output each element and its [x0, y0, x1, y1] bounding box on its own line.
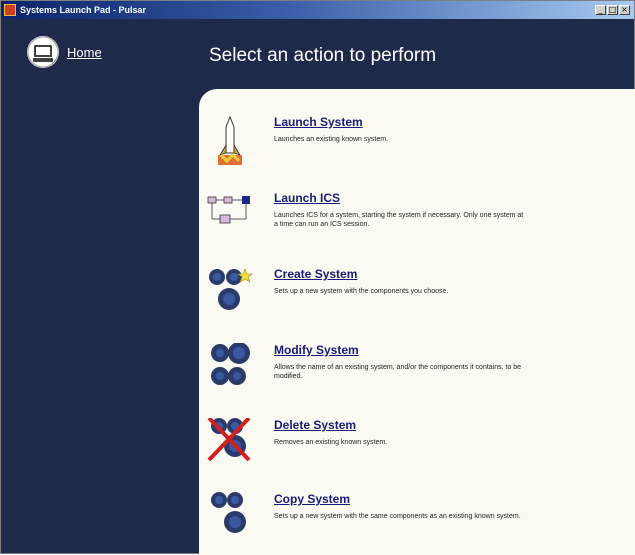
action-label[interactable]: Copy System	[274, 492, 350, 506]
close-button[interactable]: ×	[619, 5, 630, 15]
action-label[interactable]: Modify System	[274, 343, 359, 357]
minimize-button[interactable]: _	[595, 5, 606, 15]
action-label[interactable]: Launch ICS	[274, 191, 340, 205]
action-launch-system[interactable]: Launch System Launches an existing known…	[199, 115, 635, 175]
modify-system-icon	[211, 343, 250, 385]
actions-panel: Launch System Launches an existing known…	[199, 89, 635, 555]
action-launch-ics[interactable]: Launch ICS Launches ICS for a system, st…	[199, 191, 635, 251]
copy-system-icon	[211, 492, 246, 533]
action-create-system[interactable]: Create System Sets up a new system with …	[199, 267, 635, 327]
action-description: Allows the name of an existing system, a…	[274, 364, 522, 380]
action-delete-system[interactable]: Delete System Removes an existing known …	[199, 418, 635, 478]
action-description: Launches an existing known system.	[274, 136, 389, 143]
action-copy-system[interactable]: Copy System Sets up a new system with th…	[199, 492, 635, 552]
application-window: Systems Launch Pad - Pulsar _ □ × Home S…	[0, 0, 635, 555]
create-system-icon	[209, 268, 253, 310]
home-computer-icon[interactable]	[27, 36, 59, 68]
app-icon	[4, 4, 16, 16]
window-title: Systems Launch Pad - Pulsar	[20, 5, 147, 15]
action-label[interactable]: Delete System	[274, 418, 356, 432]
action-description: Sets up a new system with the components…	[274, 288, 449, 295]
action-modify-system[interactable]: Modify System Allows the name of an exis…	[199, 343, 635, 403]
home-link[interactable]: Home	[67, 45, 102, 60]
page-title: Select an action to perform	[209, 45, 437, 66]
action-label[interactable]: Launch System	[274, 115, 363, 129]
delete-system-icon	[207, 418, 251, 462]
action-description: Launches ICS for a system, starting the …	[274, 212, 524, 228]
maximize-button[interactable]: □	[607, 5, 618, 15]
title-bar[interactable]: Systems Launch Pad - Pulsar _ □ ×	[1, 1, 634, 19]
ics-diagram-icon	[207, 196, 250, 224]
sidebar	[1, 19, 201, 553]
window-controls: _ □ ×	[594, 5, 630, 15]
action-description: Removes an existing known system.	[274, 439, 388, 446]
action-label[interactable]: Create System	[274, 267, 357, 281]
action-description: Sets up a new system with the same compo…	[274, 513, 521, 520]
rocket-icon	[218, 115, 242, 165]
